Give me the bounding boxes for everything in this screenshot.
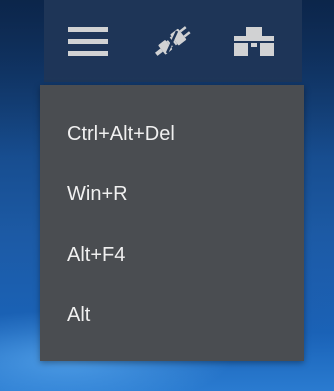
menu-item-label: Alt bbox=[67, 303, 91, 326]
menu-item-ctrl-alt-del[interactable]: Ctrl+Alt+Del bbox=[40, 112, 304, 156]
menu-item-alt[interactable]: Alt bbox=[40, 293, 304, 337]
menu-item-alt-f4[interactable]: Alt+F4 bbox=[40, 233, 304, 277]
remote-toolbar bbox=[44, 0, 302, 82]
menu-item-label: Win+R bbox=[67, 182, 128, 205]
menu-icon bbox=[68, 27, 108, 56]
menu-item-label: Alt+F4 bbox=[67, 243, 126, 266]
menu-button[interactable] bbox=[64, 18, 112, 66]
disconnect-button[interactable] bbox=[148, 18, 196, 66]
disconnect-plug-icon bbox=[155, 26, 191, 56]
menu-item-label: Ctrl+Alt+Del bbox=[67, 122, 175, 145]
key-combo-menu: Ctrl+Alt+Del Win+R Alt+F4 Alt bbox=[40, 85, 304, 361]
display-screens-icon bbox=[234, 27, 274, 56]
screens-button[interactable] bbox=[230, 18, 278, 66]
menu-item-win-r[interactable]: Win+R bbox=[40, 172, 304, 216]
